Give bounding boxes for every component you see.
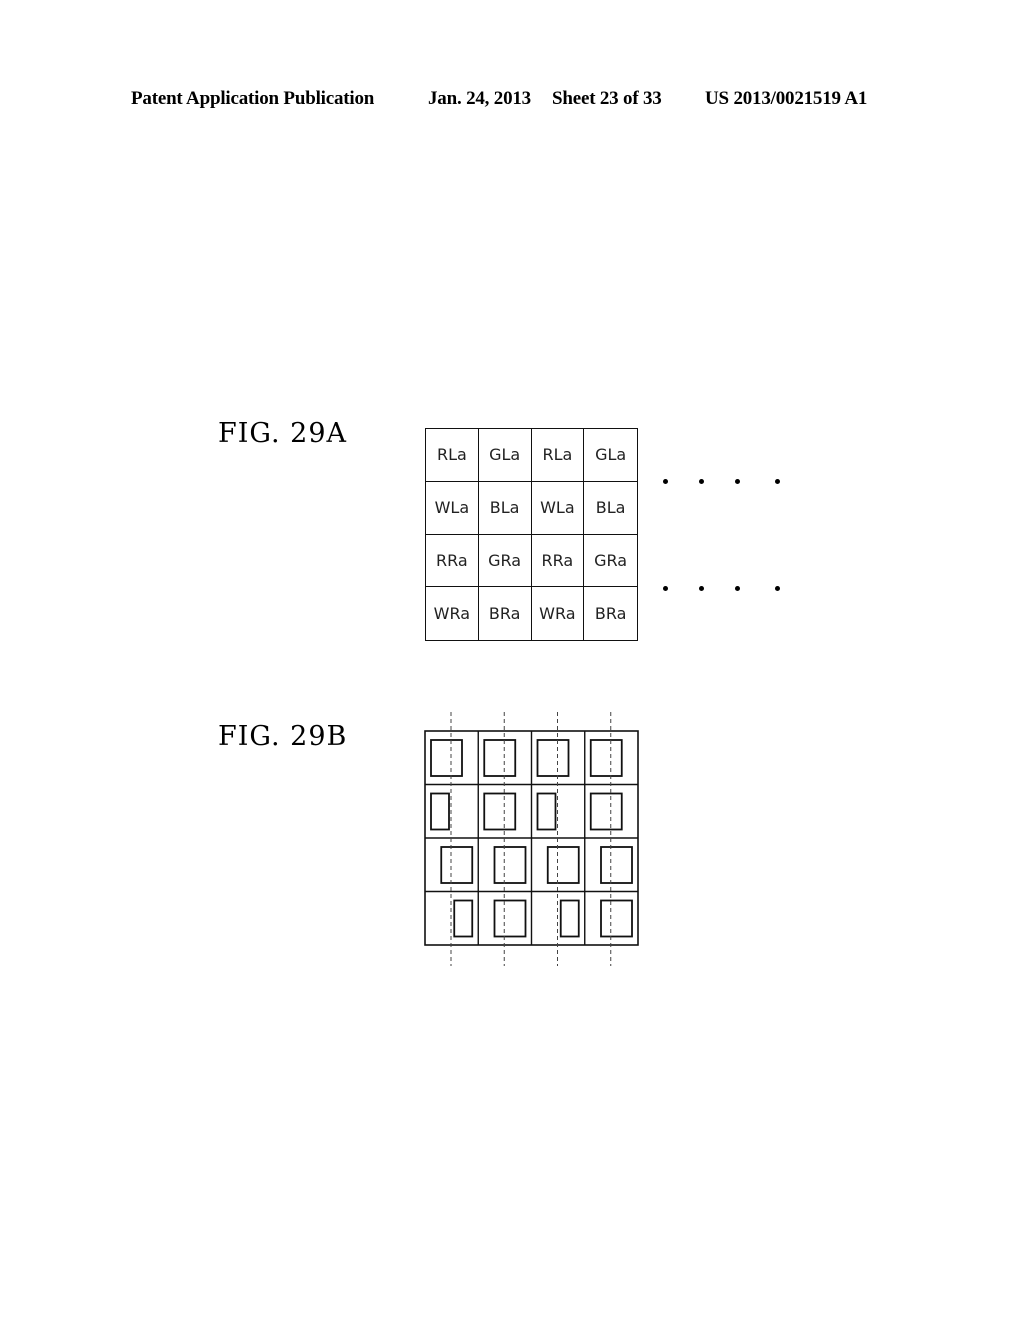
aperture-full-right	[546, 846, 580, 884]
aperture-full-left	[483, 792, 517, 831]
aperture-narrow-left	[430, 792, 450, 831]
aperture-full-right	[600, 846, 633, 884]
aperture-narrow-right	[453, 899, 474, 938]
aperture-full-right	[440, 846, 474, 884]
aperture-full-left	[430, 739, 463, 777]
aperture-full-right	[600, 899, 633, 938]
aperture-full-left	[536, 739, 570, 777]
aperture-full-left	[483, 739, 517, 777]
aperture-full-left	[589, 739, 623, 777]
aperture-narrow-left	[536, 792, 557, 831]
aperture-full-right	[493, 899, 527, 938]
fig-29b-aperture-diagram	[424, 712, 639, 966]
aperture-full-left	[589, 792, 623, 831]
aperture-narrow-right	[559, 899, 580, 938]
aperture-full-right	[493, 846, 527, 884]
